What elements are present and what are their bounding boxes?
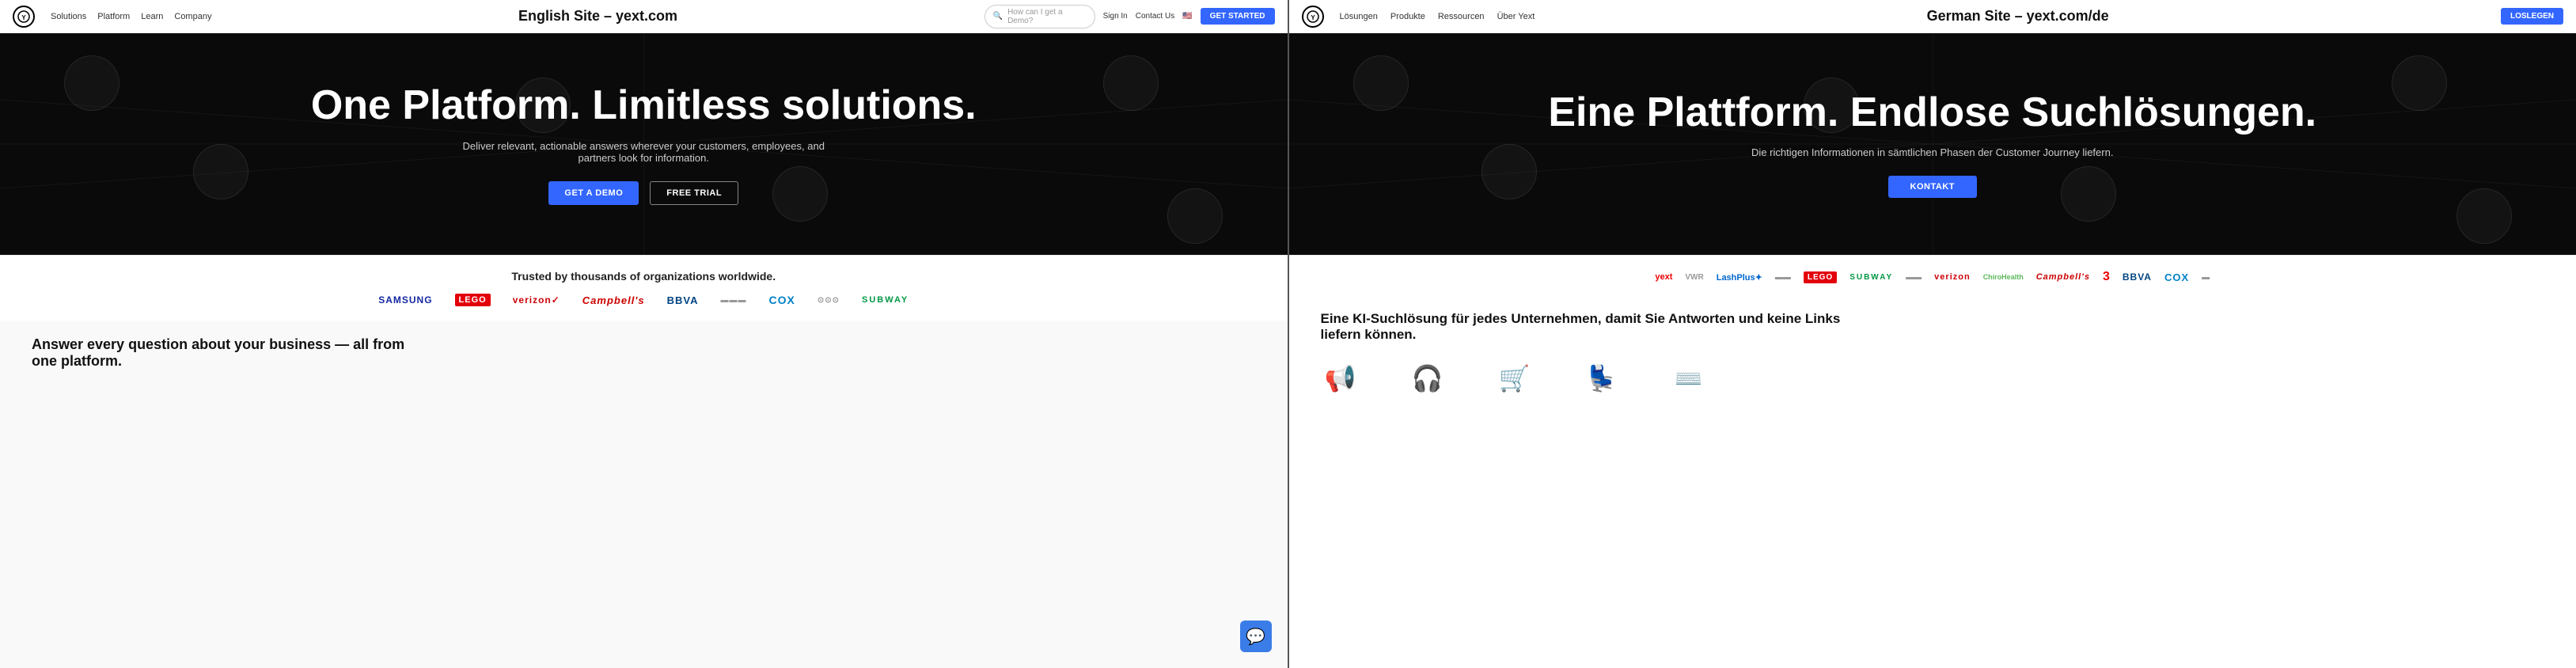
nav-solutions[interactable]: Solutions bbox=[51, 12, 86, 21]
nav-company[interactable]: Company bbox=[174, 12, 211, 21]
cart-icon: 🛒 bbox=[1495, 359, 1535, 398]
nav-learn[interactable]: Learn bbox=[141, 12, 163, 21]
german-hero-title: Eine Plattform. Endlose Suchlösungen. bbox=[1548, 90, 2316, 135]
english-hero-title: One Platform. Limitless solutions. bbox=[311, 83, 977, 128]
german-logo-generic2: ▬▬ bbox=[1906, 273, 1922, 282]
english-hero-buttons: GET A DEMO FREE TRIAL bbox=[548, 181, 738, 205]
german-logo-campbells: Campbell's bbox=[2036, 272, 2090, 282]
svg-text:Y: Y bbox=[1311, 14, 1315, 21]
megaphone-icon: 📢 bbox=[1321, 359, 1360, 398]
german-hero: Eine Plattform. Endlose Suchlösungen. Di… bbox=[1289, 33, 2576, 255]
chat-bubble-icon[interactable]: 💬 bbox=[1240, 621, 1272, 652]
yext-logo-de[interactable]: Y bbox=[1302, 6, 1324, 28]
icon-megaphone: 📢 bbox=[1321, 359, 1360, 398]
generic-logo-2: ⊙⊙⊙ bbox=[818, 296, 840, 305]
headset-icon: 🎧 bbox=[1408, 359, 1447, 398]
english-nav-right-links: Sign In Contact Us 🇺🇸 bbox=[1103, 12, 1193, 21]
icon-chair: 💺 bbox=[1582, 359, 1622, 398]
german-nav: Y Lösungen Produkte Ressourcen Über Yext… bbox=[1289, 0, 2576, 33]
nav-platform[interactable]: Platform bbox=[97, 12, 130, 21]
contact-link[interactable]: Contact Us bbox=[1136, 12, 1174, 21]
german-logo-yext: yext bbox=[1655, 272, 1672, 282]
german-logo-cox: COX bbox=[2164, 271, 2189, 283]
english-trusted-section: Trusted by thousands of organizations wo… bbox=[0, 255, 1288, 321]
german-logo-lashplus: LashPlus✦ bbox=[1717, 272, 1762, 283]
german-logo-vwr: VWR bbox=[1685, 273, 1703, 282]
icon-headset: 🎧 bbox=[1408, 359, 1447, 398]
generic-logo-1: ▬▬▬ bbox=[721, 296, 747, 305]
german-logos-row: yext VWR LashPlus✦ ▬▬ LEGO SUBWAY ▬▬ ver… bbox=[1655, 270, 2210, 284]
yext-logo-en[interactable]: Y bbox=[13, 6, 35, 28]
nav-losungen[interactable]: Lösungen bbox=[1340, 12, 1378, 21]
german-logo-generic3: ▬ bbox=[2202, 273, 2210, 282]
free-trial-button[interactable]: FREE TRIAL bbox=[650, 181, 738, 205]
english-search-bar[interactable]: 🔍 How can I get a Demo? bbox=[984, 5, 1095, 28]
svg-text:Y: Y bbox=[21, 14, 26, 21]
lego-logo: LEGO bbox=[455, 294, 491, 306]
german-icons-row: 📢 🎧 🛒 💺 ⌨️ bbox=[1321, 359, 2545, 398]
bbva-logo: BBVA bbox=[667, 294, 699, 306]
subway-logo: SUBWAY bbox=[862, 295, 909, 305]
german-panel: Y Lösungen Produkte Ressourcen Über Yext… bbox=[1289, 0, 2576, 668]
german-logo-chirohealth: ChiroHealth bbox=[1983, 273, 2024, 281]
kontakt-button[interactable]: KONTAKT bbox=[1888, 176, 1977, 198]
loslegen-button[interactable]: LOSLEGEN bbox=[2501, 8, 2563, 25]
campbells-logo: Campbell's bbox=[582, 294, 645, 306]
german-logo-verizon: verizon bbox=[1934, 272, 1971, 282]
icon-code: ⌨️ bbox=[1669, 359, 1709, 398]
english-nav: Y Solutions Platform Learn Company Engli… bbox=[0, 0, 1288, 33]
english-nav-right: 🔍 How can I get a Demo? Sign In Contact … bbox=[984, 5, 1275, 28]
german-hero-background bbox=[1289, 33, 2576, 255]
english-bottom-section: Answer every question about your busines… bbox=[0, 321, 1288, 668]
german-logo-lego: LEGO bbox=[1804, 271, 1837, 283]
english-hero-subtitle: Deliver relevant, actionable answers whe… bbox=[446, 140, 841, 164]
get-demo-button[interactable]: GET A DEMO bbox=[548, 181, 639, 205]
english-site-label: English Site – yext.com bbox=[227, 8, 968, 25]
german-trusted-section: yext VWR LashPlus✦ ▬▬ LEGO SUBWAY ▬▬ ver… bbox=[1289, 255, 2576, 298]
german-logo-subway: SUBWAY bbox=[1849, 273, 1893, 282]
get-started-button[interactable]: GET STARTED bbox=[1201, 8, 1275, 25]
signin-link[interactable]: Sign In bbox=[1103, 12, 1128, 21]
nav-produkte[interactable]: Produkte bbox=[1390, 12, 1425, 21]
search-placeholder: How can I get a Demo? bbox=[1007, 8, 1087, 25]
german-hero-grid-svg bbox=[1289, 33, 2576, 255]
german-bottom-section: Eine KI-Suchlösung für jedes Unternehmen… bbox=[1289, 298, 2576, 668]
trusted-title: Trusted by thousands of organizations wo… bbox=[511, 270, 776, 283]
cox-logo: COX bbox=[769, 294, 795, 306]
english-bottom-title: Answer every question about your busines… bbox=[32, 336, 427, 370]
english-panel: Y Solutions Platform Learn Company Engli… bbox=[0, 0, 1288, 668]
chair-icon: 💺 bbox=[1582, 359, 1622, 398]
nav-ressourcen[interactable]: Ressourcen bbox=[1438, 12, 1485, 21]
verizon-logo: verizon✓ bbox=[513, 294, 560, 306]
german-nav-links: Lösungen Produkte Ressourcen Über Yext bbox=[1340, 12, 1535, 21]
english-nav-links: Solutions Platform Learn Company bbox=[51, 12, 211, 21]
code-icon: ⌨️ bbox=[1669, 359, 1709, 398]
icon-cart: 🛒 bbox=[1495, 359, 1535, 398]
german-logo-generic1: ▬▬ bbox=[1775, 273, 1791, 282]
german-bottom-title: Eine KI-Suchlösung für jedes Unternehmen… bbox=[1321, 311, 1875, 343]
english-hero: One Platform. Limitless solutions. Deliv… bbox=[0, 33, 1288, 255]
german-logo-three: 3 bbox=[2103, 270, 2110, 284]
german-hero-subtitle: Die richtigen Informationen in sämtliche… bbox=[1751, 146, 2113, 158]
german-hero-buttons: KONTAKT bbox=[1888, 176, 1977, 198]
english-logos-row: SAMSUNG LEGO verizon✓ Campbell's BBVA ▬▬… bbox=[378, 294, 909, 306]
flag-icon: 🇺🇸 bbox=[1182, 12, 1192, 21]
samsung-logo: SAMSUNG bbox=[378, 294, 432, 306]
german-logo-bbva: BBVA bbox=[2123, 271, 2152, 283]
german-site-label: German Site – yext.com/de bbox=[1550, 8, 2485, 25]
nav-uber-yext[interactable]: Über Yext bbox=[1497, 12, 1535, 21]
